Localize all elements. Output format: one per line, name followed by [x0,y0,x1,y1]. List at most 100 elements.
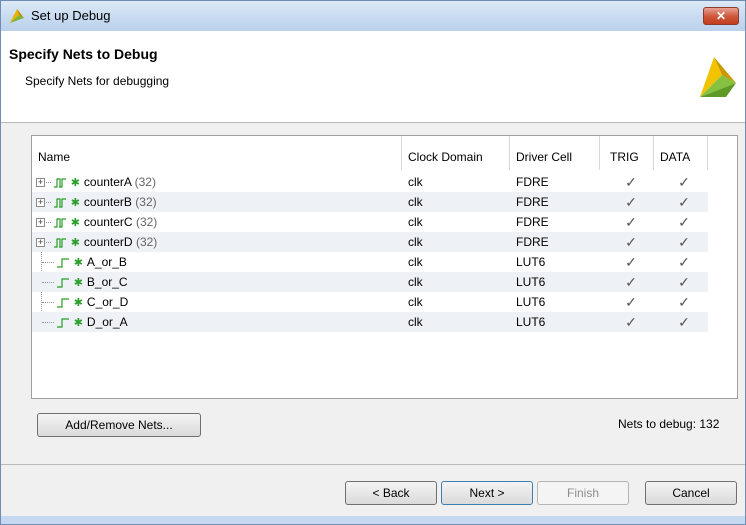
bus-net-icon [54,198,67,208]
driver-cell: FDRE [516,175,549,189]
column-header-trig[interactable]: TRIG [600,136,654,170]
data-checkbox[interactable]: ✓ [660,212,708,232]
net-name-cell: + ✱ counterD (32) [36,232,157,252]
title-bar: Set up Debug ✕ [1,1,745,31]
close-button[interactable]: ✕ [703,7,739,25]
net-name-cell: + ✱ counterC (32) [36,212,157,232]
clock-domain-cell: clk [408,275,423,289]
next-button[interactable]: Next > [441,481,533,505]
column-header-clock-domain[interactable]: Clock Domain [402,136,510,170]
net-name: A_or_B [86,255,127,269]
net-name: counterC [83,215,133,229]
finish-button[interactable]: Finish [537,481,629,505]
data-checkbox[interactable]: ✓ [660,292,708,312]
table-row[interactable]: + ✱ counterC (32) clk FDRE ✓ ✓ [32,212,708,232]
net-name-cell: ✱ B_or_C [36,272,128,292]
data-checkbox[interactable]: ✓ [660,272,708,292]
clock-domain-cell: clk [408,295,423,309]
trig-checkbox[interactable]: ✓ [606,232,656,252]
clock-domain-cell: clk [408,235,423,249]
data-checkbox[interactable]: ✓ [660,172,708,192]
net-icon [57,318,70,328]
footer-divider [1,464,745,465]
driver-cell: LUT6 [516,275,546,289]
page-subtitle: Specify Nets for debugging [25,74,170,88]
column-header-driver-cell[interactable]: Driver Cell [510,136,600,170]
bus-width: (32) [135,215,158,229]
clock-domain-cell: clk [408,175,423,189]
net-name-cell: ✱ C_or_D [36,292,128,312]
debug-bug-icon: ✱ [70,216,80,229]
window-bottom-edge [1,516,745,524]
data-checkbox[interactable]: ✓ [660,312,708,332]
driver-cell: LUT6 [516,255,546,269]
trig-checkbox[interactable]: ✓ [606,172,656,192]
net-icon [57,278,70,288]
nets-to-debug-status: Nets to debug: 132 [618,417,720,431]
data-checkbox[interactable]: ✓ [660,252,708,272]
trig-checkbox[interactable]: ✓ [606,292,656,312]
net-name: counterD [83,235,133,249]
vivado-logo-icon [700,57,736,97]
driver-cell: LUT6 [516,315,546,329]
debug-bug-icon: ✱ [73,316,83,329]
debug-bug-icon: ✱ [73,296,83,309]
driver-cell: FDRE [516,195,549,209]
debug-bug-icon: ✱ [70,176,80,189]
bus-width: (32) [135,235,158,249]
table-row[interactable]: + ✱ counterD (32) clk FDRE ✓ ✓ [32,232,708,252]
driver-cell: FDRE [516,215,549,229]
net-name: counterB [83,195,132,209]
clock-domain-cell: clk [408,215,423,229]
debug-bug-icon: ✱ [70,236,80,249]
data-checkbox[interactable]: ✓ [660,232,708,252]
bus-width: (32) [135,195,157,209]
table-row[interactable]: + ✱ counterA (32) clk FDRE ✓ ✓ [32,172,708,192]
setup-debug-dialog: Set up Debug ✕ Specify Nets to Debug Spe… [0,0,746,525]
bus-width: (32) [134,175,156,189]
trig-checkbox[interactable]: ✓ [606,272,656,292]
table-row[interactable]: ✱ A_or_B clk LUT6 ✓ ✓ [32,252,708,272]
net-name-cell: + ✱ counterA (32) [36,172,156,192]
net-name-cell: ✱ D_or_A [36,312,128,332]
debug-bug-icon: ✱ [73,256,83,269]
expand-icon[interactable]: + [36,238,45,248]
trig-checkbox[interactable]: ✓ [606,192,656,212]
clock-domain-cell: clk [408,195,423,209]
expand-icon[interactable]: + [36,218,45,228]
table-row[interactable]: + ✱ counterB (32) clk FDRE ✓ ✓ [32,192,708,212]
expand-icon[interactable]: + [36,178,45,188]
column-header-data[interactable]: DATA [654,136,708,170]
data-checkbox[interactable]: ✓ [660,192,708,212]
clock-domain-cell: clk [408,315,423,329]
trig-checkbox[interactable]: ✓ [606,252,656,272]
net-name-cell: + ✱ counterB (32) [36,192,157,212]
table-row[interactable]: ✱ B_or_C clk LUT6 ✓ ✓ [32,272,708,292]
nets-table[interactable]: Name Clock Domain Driver Cell TRIG DATA … [31,135,738,399]
net-icon [57,298,70,308]
table-row[interactable]: ✱ D_or_A clk LUT6 ✓ ✓ [32,312,708,332]
net-icon [57,258,70,268]
debug-bug-icon: ✱ [73,276,83,289]
net-name: B_or_C [86,275,128,289]
net-name-cell: ✱ A_or_B [36,252,127,272]
driver-cell: LUT6 [516,295,546,309]
bus-net-icon [54,178,67,188]
back-button[interactable]: < Back [345,481,437,505]
cancel-button[interactable]: Cancel [645,481,737,505]
column-header-name[interactable]: Name [32,136,402,170]
trig-checkbox[interactable]: ✓ [606,212,656,232]
net-name: counterA [83,175,132,189]
table-row[interactable]: ✱ C_or_D clk LUT6 ✓ ✓ [32,292,708,312]
page-title: Specify Nets to Debug [9,46,158,62]
add-remove-nets-button[interactable]: Add/Remove Nets... [37,413,201,437]
net-name: D_or_A [86,315,128,329]
vivado-logo-icon [10,9,24,23]
bus-net-icon [54,238,67,248]
debug-bug-icon: ✱ [70,196,80,209]
bus-net-icon [54,218,67,228]
expand-icon[interactable]: + [36,198,45,208]
trig-checkbox[interactable]: ✓ [606,312,656,332]
table-header: Name Clock Domain Driver Cell TRIG DATA [32,136,737,170]
clock-domain-cell: clk [408,255,423,269]
